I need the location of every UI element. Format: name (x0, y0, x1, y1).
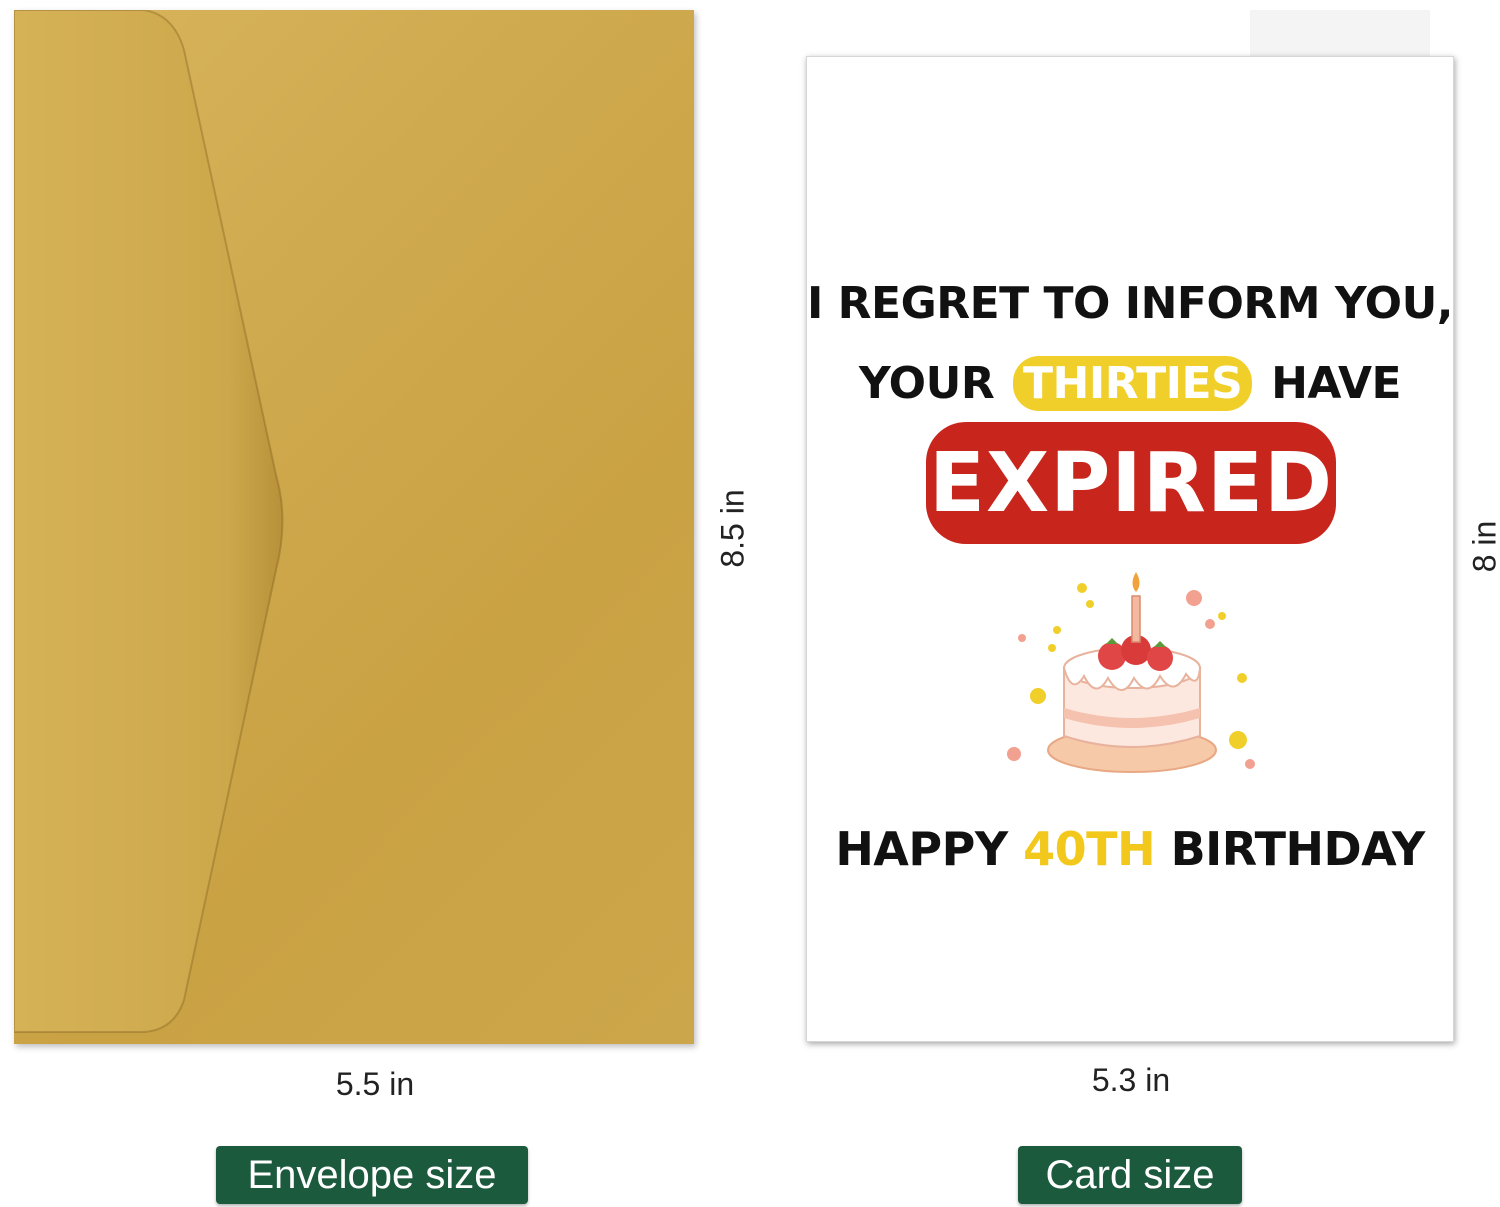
envelope-size-caption: Envelope size (216, 1146, 528, 1204)
envelope-flap (14, 10, 284, 1033)
card-width-label: 5.3 in (1091, 1062, 1171, 1098)
card-line-1: I REGRET TO INFORM YOU, (806, 278, 1454, 329)
envelope-height-label: 8.5 in (714, 489, 751, 568)
card-line-2: YOUR THIRTIES HAVE (806, 356, 1454, 411)
card-line-3: HAPPY 40TH BIRTHDAY (806, 822, 1454, 876)
envelope-width-label: 5.5 in (335, 1066, 415, 1102)
card-back-panel (1250, 10, 1430, 58)
expired-text: EXPIRED (928, 436, 1334, 531)
card-height-label: 8 in (1466, 520, 1500, 573)
card-line-3-highlight: 40TH (1023, 822, 1156, 876)
card-line-2-highlight: THIRTIES (1013, 356, 1253, 411)
expired-banner: EXPIRED (926, 422, 1336, 544)
birthday-card: I REGRET TO INFORM YOU, YOUR THIRTIES HA… (806, 56, 1454, 1042)
card-line-2-before: YOUR (858, 358, 995, 409)
card-line-2-after: HAVE (1271, 358, 1402, 409)
gold-envelope (14, 10, 694, 1044)
card-line-3-before: HAPPY (835, 822, 1008, 876)
card-line-3-after: BIRTHDAY (1170, 822, 1426, 876)
card-size-caption: Card size (1018, 1146, 1242, 1204)
birthday-cake-icon (1007, 572, 1255, 773)
